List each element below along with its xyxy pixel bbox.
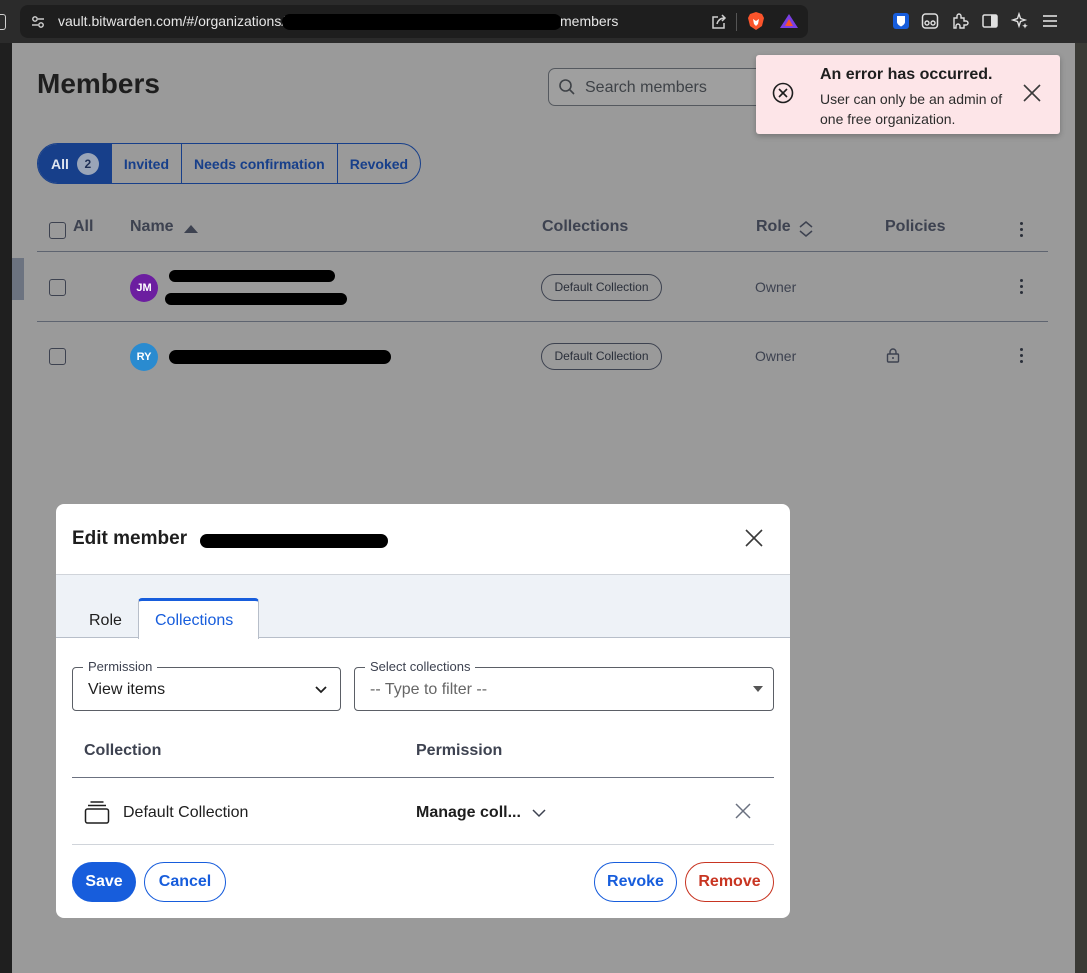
dialog-title: Edit member bbox=[72, 528, 188, 549]
save-button[interactable]: Save bbox=[72, 862, 136, 902]
role-text: Owner bbox=[755, 279, 797, 295]
browser-toolbar: vault.bitwarden.com/#/organizations/ mem… bbox=[0, 0, 1087, 43]
collection-icon bbox=[84, 801, 110, 824]
close-icon[interactable] bbox=[744, 528, 764, 548]
permission-value: View items bbox=[88, 681, 166, 698]
collection-badge: Default Collection bbox=[541, 343, 662, 370]
brave-rewards-icon[interactable] bbox=[779, 12, 799, 30]
collection-badge: Default Collection bbox=[541, 274, 662, 301]
header-all: All bbox=[73, 218, 94, 235]
reader-icon[interactable] bbox=[921, 12, 939, 30]
permission-select[interactable]: Permission View items bbox=[72, 659, 341, 711]
members-table-header: All Name Collections Role Policies bbox=[37, 208, 1048, 252]
toast-title: An error has occurred. bbox=[820, 66, 993, 83]
chevron-down-icon[interactable] bbox=[531, 807, 547, 819]
row-options-icon[interactable] bbox=[1020, 348, 1024, 366]
avatar: JM bbox=[130, 274, 158, 302]
remove-button[interactable]: Remove bbox=[685, 862, 774, 902]
dialog-tabs: Role Collections bbox=[56, 575, 790, 639]
brave-shields-icon[interactable] bbox=[747, 11, 765, 31]
search-input[interactable]: Search members bbox=[548, 68, 788, 106]
cancel-button[interactable]: Cancel bbox=[144, 862, 226, 902]
filter-needs-confirmation[interactable]: Needs confirmation bbox=[181, 144, 337, 183]
table-row: RY Default Collection Owner bbox=[37, 322, 1048, 391]
close-icon[interactable] bbox=[1022, 83, 1042, 103]
select-collections-input[interactable]: Select collections -- Type to filter -- bbox=[354, 659, 774, 711]
toast-message: User can only be an admin of one free or… bbox=[820, 91, 1003, 127]
background-window-edge bbox=[1075, 43, 1087, 973]
sidebar-edge bbox=[12, 258, 24, 300]
redaction bbox=[282, 14, 562, 30]
redaction bbox=[165, 293, 347, 305]
page-title: Members bbox=[37, 68, 160, 99]
site-settings-icon[interactable] bbox=[30, 14, 46, 30]
sort-ascending-icon[interactable] bbox=[183, 224, 199, 234]
select-collections-placeholder: -- Type to filter -- bbox=[370, 681, 488, 698]
header-name[interactable]: Name bbox=[130, 218, 174, 236]
header-collection: Collection bbox=[84, 742, 162, 759]
collection-row: Default Collection Manage coll... bbox=[72, 779, 774, 845]
tab-collections[interactable]: Collections bbox=[138, 598, 259, 639]
revoke-button[interactable]: Revoke bbox=[594, 862, 677, 902]
caret-down-icon bbox=[753, 686, 763, 692]
lock-icon bbox=[886, 348, 900, 363]
filter-all[interactable]: All 2 bbox=[38, 144, 111, 183]
sidebar-icon[interactable] bbox=[981, 12, 999, 30]
avatar: RY bbox=[130, 343, 158, 371]
extensions-icon[interactable] bbox=[951, 12, 969, 30]
header-collections: Collections bbox=[542, 218, 629, 235]
status-filter-group: All 2 Invited Needs confirmation Revoked bbox=[37, 143, 422, 184]
menu-icon[interactable] bbox=[1041, 12, 1059, 30]
header-permission: Permission bbox=[416, 742, 503, 759]
url-suffix: members bbox=[560, 13, 619, 29]
bitwarden-extension-icon[interactable] bbox=[892, 12, 910, 30]
permission-label: Permission bbox=[83, 659, 158, 674]
row-options-icon[interactable] bbox=[1020, 279, 1024, 297]
select-all-checkbox[interactable] bbox=[49, 222, 66, 239]
error-toast: An error has occurred. User can only be … bbox=[756, 55, 1060, 134]
collections-table-header: Collection Permission bbox=[72, 728, 774, 778]
row-checkbox[interactable] bbox=[49, 348, 66, 365]
share-icon[interactable] bbox=[710, 13, 728, 31]
error-icon bbox=[772, 82, 794, 104]
row-checkbox[interactable] bbox=[49, 279, 66, 296]
filter-all-label: All bbox=[51, 155, 69, 172]
address-bar[interactable]: vault.bitwarden.com/#/organizations/ mem… bbox=[20, 5, 808, 38]
leo-ai-icon[interactable] bbox=[1011, 12, 1029, 30]
collection-name: Default Collection bbox=[123, 804, 249, 821]
chevron-down-icon bbox=[315, 686, 327, 694]
edit-member-dialog: Edit member Role Collections Permission … bbox=[56, 504, 790, 918]
role-text: Owner bbox=[755, 348, 797, 364]
count-badge: 2 bbox=[76, 152, 99, 175]
table-row: JM Default Collection Owner bbox=[37, 253, 1048, 322]
filter-revoked[interactable]: Revoked bbox=[336, 144, 420, 183]
remove-collection-icon[interactable] bbox=[734, 802, 752, 820]
url-text: vault.bitwarden.com/#/organizations/ bbox=[58, 13, 286, 29]
filter-invited[interactable]: Invited bbox=[110, 144, 181, 183]
collection-permission-select[interactable]: Manage coll... bbox=[416, 804, 521, 822]
redaction bbox=[200, 534, 388, 548]
header-policies: Policies bbox=[885, 218, 946, 235]
search-icon bbox=[559, 79, 575, 95]
redaction bbox=[169, 270, 335, 282]
toolbar-separator bbox=[736, 13, 737, 31]
sort-icon[interactable] bbox=[798, 220, 814, 238]
table-options-icon[interactable] bbox=[1020, 222, 1024, 240]
select-collections-label: Select collections bbox=[365, 659, 476, 674]
header-role[interactable]: Role bbox=[756, 218, 791, 236]
tab-role[interactable]: Role bbox=[89, 612, 122, 630]
search-placeholder: Search members bbox=[585, 79, 707, 96]
redaction bbox=[169, 350, 391, 364]
tab-collections-label: Collections bbox=[155, 612, 234, 629]
tab-stub[interactable] bbox=[0, 14, 6, 30]
